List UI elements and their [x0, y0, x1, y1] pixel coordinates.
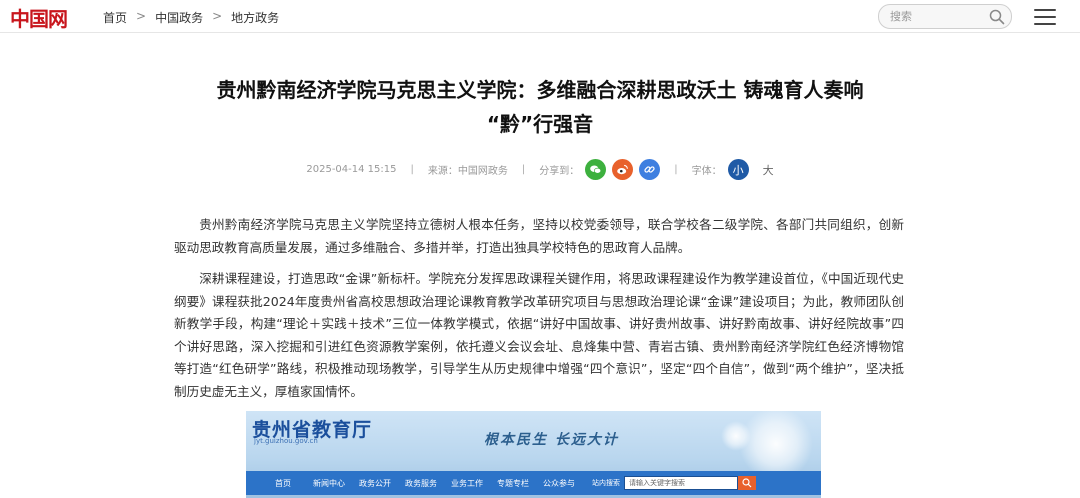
article-paragraph: 贵州黔南经济学院马克思主义学院坚持立德树人根本任务，坚持以校党委领导，联合学校各…	[174, 217, 904, 255]
meta-divider: |	[674, 164, 678, 175]
banner-nav-item: 首页	[275, 478, 291, 488]
banner-nav-item: 新闻中心	[313, 478, 345, 488]
search-box	[878, 4, 1012, 29]
breadcrumb-home[interactable]: 首页	[103, 9, 127, 26]
share-label: 分享到：	[539, 166, 580, 177]
article-source: 来源：中国网政务	[427, 166, 508, 177]
breadcrumb-local-affairs[interactable]: 地方政务	[231, 9, 279, 26]
banner-nav-item: 公众参与	[543, 478, 575, 488]
banner-url: jyt.guizhou.gov.cn	[254, 437, 318, 445]
article-title: 贵州黔南经济学院马克思主义学院：多维融合深耕思政沃土 铸魂育人奏响 “黔”行强音	[174, 73, 906, 141]
banner-nav-item: 业务工作	[451, 478, 483, 488]
link-share-icon[interactable]	[639, 159, 661, 180]
publish-datetime: 2025-04-14 15:15	[306, 164, 397, 175]
meta-divider: |	[521, 164, 526, 175]
site-logo[interactable]: 中国网	[10, 3, 68, 31]
breadcrumb-separator: >	[212, 9, 223, 23]
font-large-button[interactable]: 大	[763, 162, 774, 178]
banner-slogan: 根本民生 长远大计	[484, 432, 619, 448]
banner-nav-item: 政务服务	[405, 478, 437, 488]
banner-search-icon	[738, 476, 756, 490]
meta-divider: |	[410, 164, 414, 175]
banner-nav-item: 专题专栏	[497, 478, 529, 488]
article-paragraph: 深耕课程建设，打造思政“金课”新标杆。学院充分发挥思政课程关键作用，将思政课程建…	[174, 271, 904, 399]
article-title-line-2: “黔”行强音	[486, 112, 594, 136]
breadcrumb-gov-affairs[interactable]: 中国政务	[155, 9, 203, 26]
article-image: 贵州省教育厅 jyt.guizhou.gov.cn 根本民生 长远大计 首页 新…	[246, 411, 821, 498]
search-icon[interactable]	[989, 9, 1005, 25]
banner-nav: 首页 新闻中心 政务公开 政务服务 业务工作 专题专栏 公众参与 站内搜索 请输…	[246, 471, 821, 495]
banner-search-label: 站内搜索	[592, 479, 620, 487]
menu-icon[interactable]	[1034, 9, 1056, 25]
weibo-share-icon[interactable]	[612, 159, 634, 180]
wechat-share-icon[interactable]	[585, 159, 607, 180]
banner-search-field: 请输入关键字搜索	[624, 476, 738, 490]
article-title-line-1: 贵州黔南经济学院马克思主义学院：多维融合深耕思政沃土 铸魂育人奏响	[216, 78, 864, 102]
top-bar: 中国网 首页 > 中国政务 > 地方政务	[0, 0, 1080, 33]
font-size-label: 字体：	[691, 166, 722, 177]
logo-text: 中国网	[10, 6, 68, 31]
breadcrumb: 首页 > 中国政务 > 地方政务	[103, 9, 279, 26]
breadcrumb-separator: >	[136, 9, 147, 23]
article-meta: 2025-04-14 15:15 | 来源：中国网政务 | 分享到： | 字体：…	[0, 159, 1080, 180]
dandelion-decoration	[721, 421, 751, 451]
banner-nav-item: 政务公开	[359, 478, 391, 488]
search-input[interactable]	[890, 10, 986, 23]
font-small-button[interactable]: 小	[727, 159, 749, 180]
